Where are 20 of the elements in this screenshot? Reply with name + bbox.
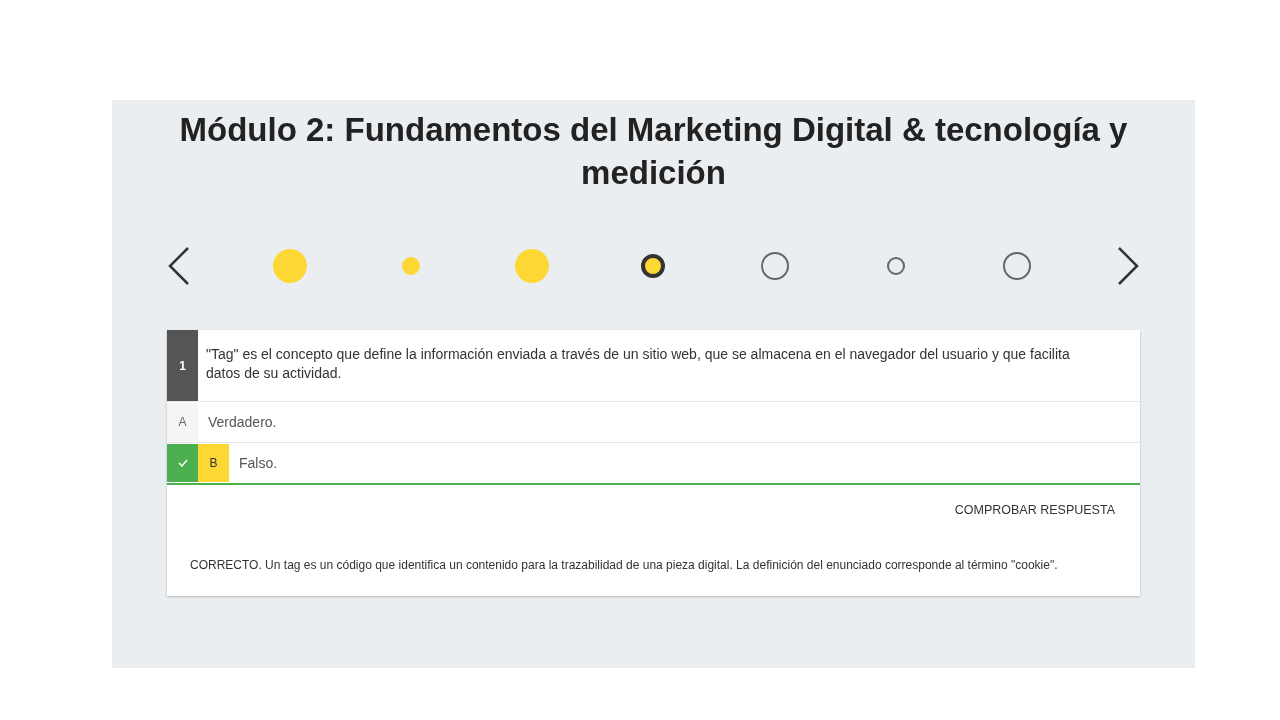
progress-dot[interactable] [401, 257, 420, 275]
previous-button[interactable] [167, 246, 191, 286]
next-button[interactable] [1116, 246, 1140, 286]
progress-dot[interactable] [515, 249, 550, 283]
option-letter: A [167, 403, 198, 441]
option-letter: B [198, 444, 229, 482]
progress-dot[interactable] [272, 249, 307, 283]
option-text: Falso. [238, 455, 278, 471]
question-number: 1 [167, 330, 198, 401]
module-title: Módulo 2: Fundamentos del Marketing Digital & tecnología y medición [178, 110, 1129, 193]
progress-dot[interactable] [887, 257, 906, 275]
answer-option[interactable]: B Falso. [167, 443, 1140, 483]
progress-dot[interactable] [641, 254, 666, 278]
check-answer-button[interactable]: COMPROBAR RESPUESTA [954, 503, 1115, 517]
progress-dot[interactable] [760, 252, 789, 280]
progress-dot[interactable] [1003, 252, 1032, 280]
feedback-text: CORRECTO. Un tag es un código que identifica un contenido para la trazabilidad de una pieza digital. La definición del enunciado corresponde al término "cookie". [189, 557, 1059, 574]
option-text: Verdadero. [207, 414, 277, 430]
answer-option[interactable]: A Verdadero. [167, 402, 1140, 443]
question-text: "Tag" es el concepto que define la información enviada a través de un sitio web, que se almacena en el navegador del usuario y que facilita datos de su actividad. [205, 345, 1071, 383]
